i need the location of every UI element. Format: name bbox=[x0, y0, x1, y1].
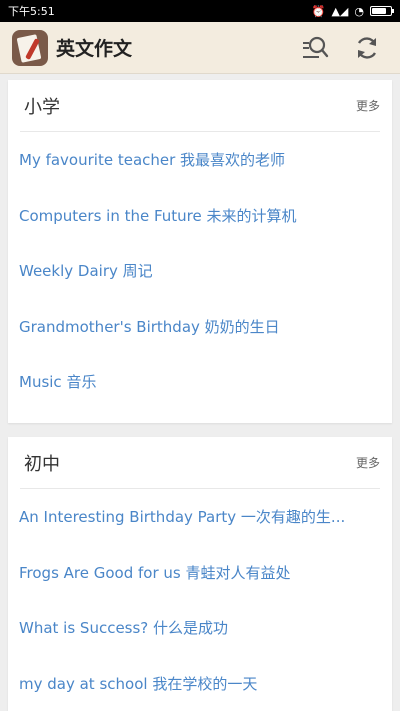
article-item[interactable]: Weekly Dairy 周记 bbox=[8, 243, 392, 299]
article-item[interactable]: My favourite teacher 我最喜欢的老师 bbox=[8, 132, 392, 188]
refresh-icon bbox=[357, 36, 377, 59]
article-item[interactable]: What is Success? 什么是成功 bbox=[8, 600, 392, 656]
article-list: An Interesting Birthday Party 一次有趣的生... … bbox=[8, 489, 392, 711]
more-button[interactable]: 更多 bbox=[356, 454, 380, 471]
search-icon bbox=[303, 36, 329, 58]
signal-icon: ▲◢ bbox=[331, 4, 349, 18]
section-title: 小学 bbox=[24, 96, 60, 118]
article-item[interactable]: An Interesting Birthday Party 一次有趣的生... bbox=[8, 489, 392, 545]
article-item[interactable]: Computers in the Future 未来的计算机 bbox=[8, 188, 392, 244]
refresh-button[interactable] bbox=[352, 33, 382, 63]
battery-icon bbox=[370, 6, 394, 16]
section-header: 初中 更多 bbox=[20, 437, 380, 489]
section-card-primary: 小学 更多 My favourite teacher 我最喜欢的老师 Compu… bbox=[8, 80, 392, 423]
status-time: 下午5:51 bbox=[8, 5, 55, 18]
article-item[interactable]: Music 音乐 bbox=[8, 354, 392, 410]
status-bar: 下午5:51 ⏰ ▲◢ ◔ bbox=[0, 0, 400, 22]
wifi-icon: ◔ bbox=[354, 4, 364, 18]
app-title: 英文作文 bbox=[56, 38, 133, 60]
article-item[interactable]: Grandmother's Birthday 奶奶的生日 bbox=[8, 299, 392, 355]
status-icons: ⏰ ▲◢ ◔ bbox=[311, 4, 394, 18]
search-button[interactable] bbox=[300, 33, 330, 63]
article-list: My favourite teacher 我最喜欢的老师 Computers i… bbox=[8, 132, 392, 410]
article-item[interactable]: my day at school 我在学校的一天 bbox=[8, 656, 392, 711]
section-header: 小学 更多 bbox=[20, 80, 380, 132]
section-card-middle: 初中 更多 An Interesting Birthday Party 一次有趣… bbox=[8, 437, 392, 711]
app-logo-icon bbox=[12, 29, 48, 66]
alarm-icon: ⏰ bbox=[311, 4, 326, 18]
section-title: 初中 bbox=[24, 453, 60, 475]
more-button[interactable]: 更多 bbox=[356, 97, 380, 114]
app-bar: 英文作文 bbox=[0, 22, 400, 74]
battery-level bbox=[372, 8, 387, 14]
article-item[interactable]: Frogs Are Good for us 青蛙对人有益处 bbox=[8, 545, 392, 601]
